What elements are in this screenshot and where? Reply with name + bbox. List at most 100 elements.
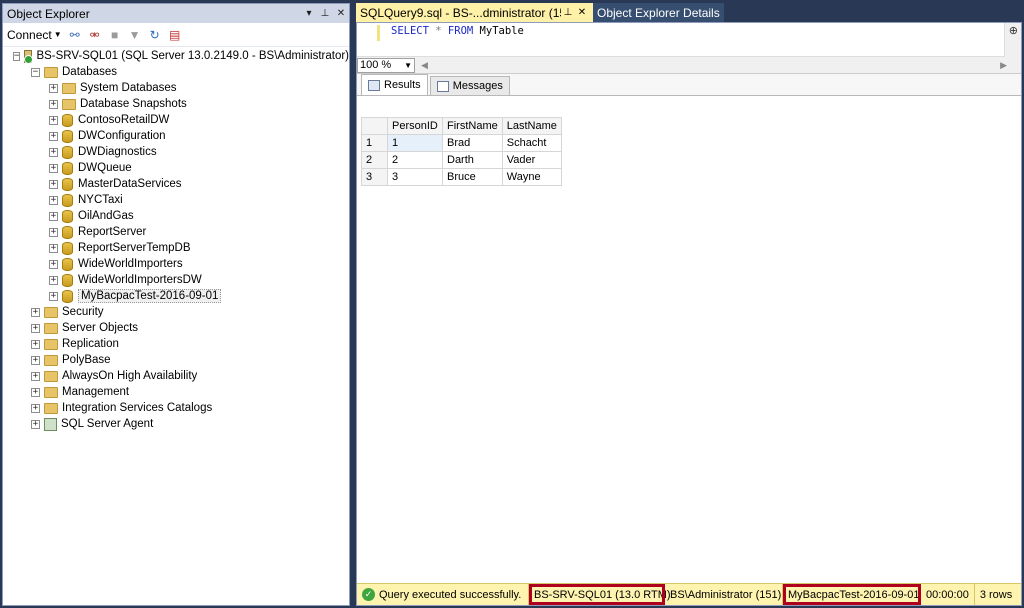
expand-icon[interactable]: + <box>49 195 58 205</box>
grid-cell[interactable]: Wayne <box>501 168 562 186</box>
expand-icon[interactable]: + <box>31 371 40 381</box>
tree-node-databases[interactable]: − Databases <box>3 64 349 80</box>
expand-icon[interactable]: + <box>31 323 40 333</box>
row-number[interactable]: 1 <box>361 134 388 152</box>
disconnect-icon[interactable]: ⚮ <box>88 28 102 42</box>
tab-query[interactable]: SQLQuery9.sql - BS-...dministrator (151)… <box>356 3 593 22</box>
connect-label: Connect <box>7 27 52 42</box>
tree-node-database[interactable]: + ContosoRetailDW <box>3 112 349 128</box>
tab-query-label: SQLQuery9.sql - BS-...dministrator (151)… <box>360 5 561 20</box>
column-header[interactable]: FirstName <box>442 117 503 135</box>
expand-icon[interactable]: + <box>49 275 58 285</box>
tree-node-database[interactable]: + DWQueue <box>3 160 349 176</box>
column-header[interactable]: PersonID <box>387 117 443 135</box>
expand-icon[interactable]: + <box>49 99 58 109</box>
scroll-right-icon[interactable]: ▶ <box>1000 60 1007 71</box>
connect-button[interactable]: Connect ▼ <box>7 28 62 42</box>
expand-icon[interactable]: + <box>49 227 58 237</box>
column-header[interactable]: LastName <box>501 117 562 135</box>
tab-messages[interactable]: Messages <box>429 76 510 95</box>
pin-icon[interactable]: ⊥ <box>561 7 575 18</box>
tree-node-database[interactable]: + WideWorldImporters <box>3 256 349 272</box>
expand-icon[interactable]: + <box>49 83 58 93</box>
tree-node-database-selected[interactable]: + MyBacpacTest-2016-09-01 <box>3 288 349 304</box>
close-icon[interactable]: ✕ <box>575 7 589 18</box>
expand-icon[interactable]: + <box>31 419 40 429</box>
tree-node-folder[interactable]: + Management <box>3 384 349 400</box>
tab-results[interactable]: Results <box>361 74 428 95</box>
tree-node-agent[interactable]: + SQL Server Agent <box>3 416 349 432</box>
grid-corner[interactable] <box>361 117 388 135</box>
expand-icon[interactable]: + <box>31 387 40 397</box>
grid-cell[interactable]: 1 <box>387 134 443 152</box>
tree-node-database[interactable]: + ReportServer <box>3 224 349 240</box>
tree-node-server[interactable]: − BS-SRV-SQL01 (SQL Server 13.0.2149.0 -… <box>3 48 349 64</box>
refresh-icon[interactable]: ↻ <box>148 28 162 42</box>
results-grid[interactable]: PersonID FirstName LastName 1 1 Brad Sch… <box>361 117 562 186</box>
database-icon <box>62 177 73 191</box>
expand-icon[interactable]: + <box>49 179 58 189</box>
folder-label: Replication <box>62 338 119 350</box>
expand-icon[interactable]: + <box>49 291 58 301</box>
filter-icon[interactable]: ▼ <box>128 28 142 42</box>
expand-icon[interactable]: + <box>31 403 40 413</box>
expand-icon[interactable]: + <box>31 307 40 317</box>
expand-icon[interactable]: + <box>49 147 58 157</box>
database-label: WideWorldImporters <box>78 258 183 270</box>
tree-node-database[interactable]: + System Databases <box>3 80 349 96</box>
connect-server-icon[interactable]: ⚯ <box>68 28 82 42</box>
stop-icon[interactable]: ■ <box>108 28 122 42</box>
grid-cell[interactable]: Darth <box>442 151 503 169</box>
database-label: DWConfiguration <box>78 130 166 142</box>
grid-cell[interactable]: Schacht <box>501 134 562 152</box>
tab-object-explorer-details[interactable]: Object Explorer Details <box>593 3 724 22</box>
database-label: DWDiagnostics <box>78 146 157 158</box>
expand-icon[interactable]: + <box>31 355 40 365</box>
row-number[interactable]: 3 <box>361 168 388 186</box>
folder-icon <box>44 387 58 398</box>
tree-node-database[interactable]: + ReportServerTempDB <box>3 240 349 256</box>
expand-icon[interactable]: + <box>31 339 40 349</box>
pin-icon[interactable]: ⊥ <box>317 8 333 19</box>
scroll-left-icon[interactable]: ◀ <box>421 60 428 71</box>
query-text[interactable]: SELECT * FROM MyTable <box>391 25 524 37</box>
query-editor[interactable]: SELECT * FROM MyTable ⊕ <box>357 23 1021 57</box>
expand-icon[interactable]: + <box>49 115 58 125</box>
grid-cell[interactable]: 2 <box>387 151 443 169</box>
split-icon[interactable]: ⊕ <box>1009 24 1018 37</box>
tree-node-folder[interactable]: + Integration Services Catalogs <box>3 400 349 416</box>
table-row: 3 3 Bruce Wayne <box>361 168 562 186</box>
editor-scrollbar[interactable]: ⊕ <box>1004 23 1021 57</box>
tree-node-database[interactable]: + NYCTaxi <box>3 192 349 208</box>
close-icon[interactable]: ✕ <box>333 8 349 19</box>
zoom-select[interactable]: 100 % ▼ <box>357 57 415 73</box>
collapse-icon[interactable]: − <box>13 51 21 61</box>
expand-icon[interactable]: + <box>49 243 58 253</box>
editor-horizontal-scrollbar[interactable]: ◀ ▶ <box>415 57 1021 73</box>
row-number[interactable]: 2 <box>361 151 388 169</box>
tree-node-folder[interactable]: + Server Objects <box>3 320 349 336</box>
tree-node-database[interactable]: + DWDiagnostics <box>3 144 349 160</box>
collapse-icon[interactable]: − <box>31 67 40 77</box>
grid-cell[interactable]: Vader <box>501 151 562 169</box>
grid-cell[interactable]: Bruce <box>442 168 503 186</box>
tree-node-database[interactable]: + MasterDataServices <box>3 176 349 192</box>
chevron-down-icon: ▼ <box>404 60 412 70</box>
tree-node-folder[interactable]: + AlwaysOn High Availability <box>3 368 349 384</box>
expand-icon[interactable]: + <box>49 259 58 269</box>
expand-icon[interactable]: + <box>49 163 58 173</box>
tree-node-database[interactable]: + DWConfiguration <box>3 128 349 144</box>
tree-node-database[interactable]: + OilAndGas <box>3 208 349 224</box>
tree-node-folder[interactable]: + PolyBase <box>3 352 349 368</box>
dropdown-icon[interactable]: ▾ <box>301 8 317 19</box>
grid-cell[interactable]: Brad <box>442 134 503 152</box>
tree-node-folder[interactable]: + Security <box>3 304 349 320</box>
expand-icon[interactable]: + <box>49 211 58 221</box>
table-row: 1 1 Brad Schacht <box>361 134 562 152</box>
grid-cell[interactable]: 3 <box>387 168 443 186</box>
expand-icon[interactable]: + <box>49 131 58 141</box>
tree-node-folder[interactable]: + Replication <box>3 336 349 352</box>
tree-node-database[interactable]: + Database Snapshots <box>3 96 349 112</box>
tree-node-database[interactable]: + WideWorldImportersDW <box>3 272 349 288</box>
activity-monitor-icon[interactable]: ▤ <box>168 28 182 42</box>
